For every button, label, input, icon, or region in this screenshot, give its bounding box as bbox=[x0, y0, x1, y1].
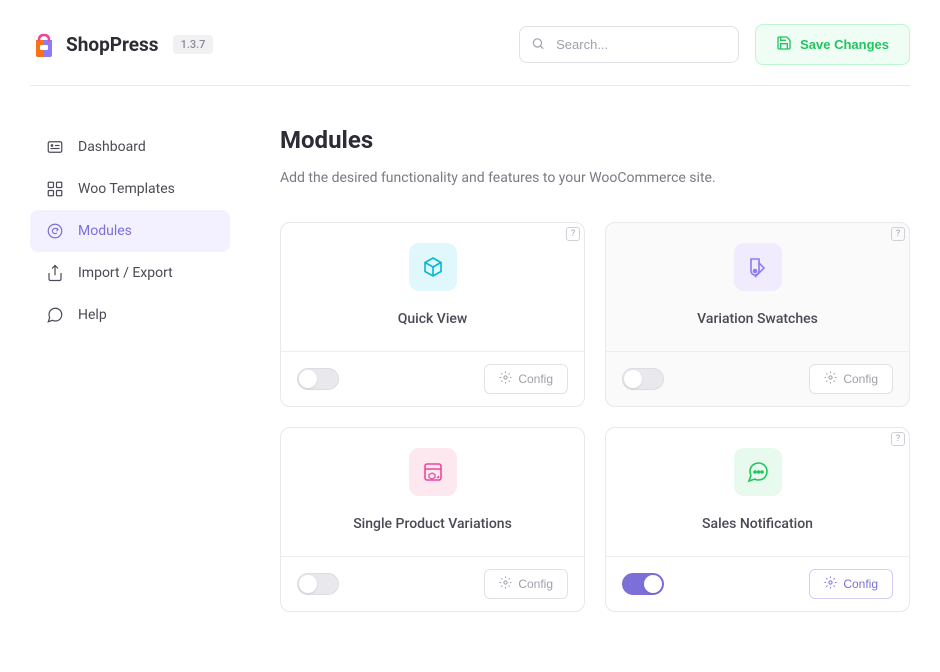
module-body: Quick View bbox=[281, 223, 584, 351]
sidebar-item-label: Dashboard bbox=[78, 139, 146, 155]
quick-view-icon bbox=[409, 243, 457, 291]
module-card-variation-swatches: ? Variation Swatches bbox=[605, 222, 910, 407]
toggle-knob bbox=[624, 370, 642, 388]
module-title: Variation Swatches bbox=[697, 311, 818, 327]
module-title: Quick View bbox=[398, 311, 468, 327]
module-toggle[interactable] bbox=[297, 368, 339, 390]
templates-icon bbox=[46, 180, 64, 198]
single-product-variations-icon bbox=[409, 448, 457, 496]
page-title: Modules bbox=[280, 126, 910, 154]
header-right: Save Changes bbox=[519, 24, 910, 65]
help-icon bbox=[46, 306, 64, 324]
module-footer: Config bbox=[606, 351, 909, 406]
config-button-label: Config bbox=[843, 577, 878, 591]
save-changes-button[interactable]: Save Changes bbox=[755, 24, 910, 65]
variation-swatches-icon bbox=[734, 243, 782, 291]
module-footer: Config bbox=[281, 351, 584, 406]
sidebar-item-import-export[interactable]: Import / Export bbox=[30, 252, 230, 294]
config-button[interactable]: Config bbox=[809, 569, 893, 599]
logo[interactable]: ShopPress bbox=[30, 31, 159, 59]
module-toggle[interactable] bbox=[622, 573, 664, 595]
toggle-knob bbox=[644, 575, 662, 593]
sidebar-item-modules[interactable]: Modules bbox=[30, 210, 230, 252]
page-description: Add the desired functionality and featur… bbox=[280, 170, 910, 186]
dashboard-icon bbox=[46, 138, 64, 156]
import-export-icon bbox=[46, 264, 64, 282]
gear-icon bbox=[824, 371, 837, 387]
search-icon bbox=[531, 35, 545, 54]
config-button-label: Config bbox=[518, 372, 553, 386]
logo-icon bbox=[30, 31, 58, 59]
module-help-button[interactable]: ? bbox=[891, 432, 905, 446]
config-button[interactable]: Config bbox=[484, 569, 568, 599]
module-footer: Config bbox=[281, 556, 584, 611]
header: ShopPress 1.3.7 bbox=[30, 0, 910, 86]
module-body: Variation Swatches bbox=[606, 223, 909, 351]
sidebar-item-label: Modules bbox=[78, 223, 132, 239]
config-button[interactable]: Config bbox=[484, 364, 568, 394]
sales-notification-icon bbox=[734, 448, 782, 496]
module-help-button[interactable]: ? bbox=[566, 227, 580, 241]
content: Modules Add the desired functionality an… bbox=[280, 126, 910, 612]
module-toggle[interactable] bbox=[297, 573, 339, 595]
module-toggle[interactable] bbox=[622, 368, 664, 390]
sidebar-item-dashboard[interactable]: Dashboard bbox=[30, 126, 230, 168]
toggle-knob bbox=[299, 370, 317, 388]
logo-text: ShopPress bbox=[66, 33, 159, 56]
main-layout: Dashboard Woo Templates bbox=[30, 86, 910, 612]
module-title: Single Product Variations bbox=[353, 516, 512, 532]
toggle-knob bbox=[299, 575, 317, 593]
modules-grid: ? Quick View bbox=[280, 222, 910, 612]
module-body: Single Product Variations bbox=[281, 428, 584, 556]
gear-icon bbox=[824, 576, 837, 592]
config-button-label: Config bbox=[843, 372, 878, 386]
version-badge: 1.3.7 bbox=[173, 35, 214, 54]
gear-icon bbox=[499, 371, 512, 387]
config-button-label: Config bbox=[518, 577, 553, 591]
search-input[interactable] bbox=[519, 26, 739, 63]
sidebar: Dashboard Woo Templates bbox=[30, 126, 230, 612]
module-card-quick-view: ? Quick View bbox=[280, 222, 585, 407]
sidebar-item-help[interactable]: Help bbox=[30, 294, 230, 336]
sidebar-item-label: Woo Templates bbox=[78, 181, 175, 197]
module-footer: Config bbox=[606, 556, 909, 611]
module-body: Sales Notification bbox=[606, 428, 909, 556]
save-button-label: Save Changes bbox=[800, 37, 889, 52]
search-box bbox=[519, 26, 739, 63]
sidebar-item-label: Help bbox=[78, 307, 107, 323]
module-help-button[interactable]: ? bbox=[891, 227, 905, 241]
sidebar-item-woo-templates[interactable]: Woo Templates bbox=[30, 168, 230, 210]
modules-icon bbox=[46, 222, 64, 240]
module-title: Sales Notification bbox=[702, 516, 813, 532]
header-left: ShopPress 1.3.7 bbox=[30, 31, 213, 59]
module-card-single-product-variations: Single Product Variations bbox=[280, 427, 585, 612]
sidebar-item-label: Import / Export bbox=[78, 265, 173, 281]
module-card-sales-notification: ? Sales Notification bbox=[605, 427, 910, 612]
config-button[interactable]: Config bbox=[809, 364, 893, 394]
gear-icon bbox=[499, 576, 512, 592]
save-icon bbox=[776, 35, 792, 54]
